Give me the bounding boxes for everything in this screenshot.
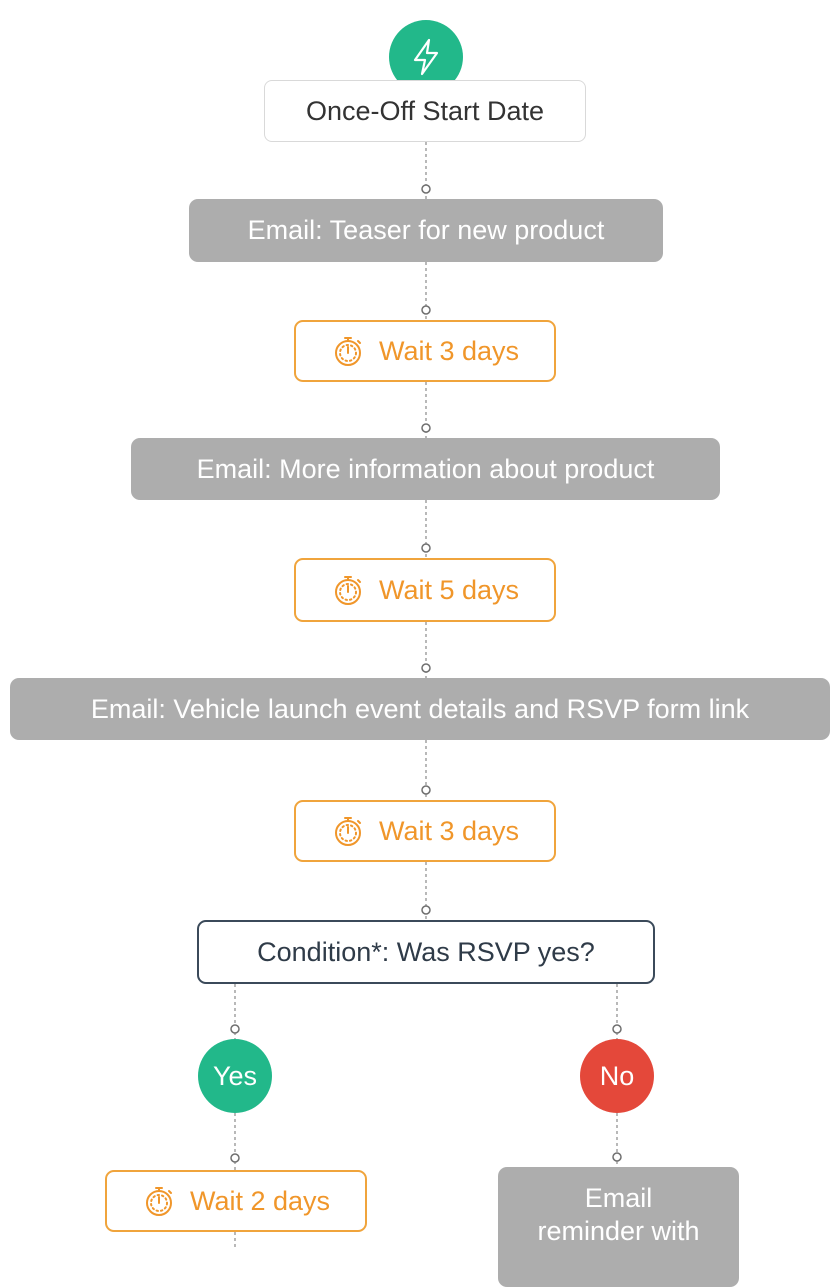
- email-reminder-line-1: Email: [584, 1183, 653, 1213]
- connector-dot: [421, 905, 431, 915]
- email-reminder-node[interactable]: Email reminder with: [498, 1167, 739, 1287]
- connector-dot: [421, 663, 431, 673]
- stopwatch-icon: [334, 817, 361, 846]
- email-teaser-node[interactable]: Email: Teaser for new product: [189, 199, 663, 262]
- connector-dot: [421, 423, 431, 433]
- branch-yes-label: Yes: [212, 1060, 258, 1091]
- wait-label: Wait 5 days: [378, 574, 520, 605]
- email-reminder-line-2: reminder with: [537, 1216, 700, 1246]
- email-teaser-label: Email: Teaser for new product: [247, 215, 605, 245]
- email-more-info-node[interactable]: Email: More information about product: [131, 438, 720, 500]
- connector-dot: [612, 1024, 622, 1034]
- condition-label: Condition*: Was RSVP yes?: [257, 936, 595, 967]
- wait-label: Wait 2 days: [189, 1185, 331, 1216]
- stopwatch-icon: [334, 337, 361, 366]
- condition-rsvp-node[interactable]: Condition*: Was RSVP yes?: [197, 920, 655, 984]
- flow-diagram: Once-Off Start Date Email: Teaser for ne…: [0, 0, 831, 1287]
- email-launch-node[interactable]: Email: Vehicle launch event details and …: [10, 678, 830, 740]
- wait-2-days-node[interactable]: Wait 2 days: [105, 1170, 367, 1232]
- connector-dot: [421, 305, 431, 315]
- branch-no-circle[interactable]: No: [580, 1039, 654, 1113]
- wait-label: Wait 3 days: [378, 815, 520, 846]
- connector-dot: [612, 1152, 622, 1162]
- connector-dot: [421, 543, 431, 553]
- wait-5-days-node[interactable]: Wait 5 days: [294, 558, 556, 622]
- branch-yes-circle[interactable]: Yes: [198, 1039, 272, 1113]
- stopwatch-icon: [145, 1187, 172, 1216]
- lightning-icon: [413, 38, 439, 76]
- connector-lines: [230, 142, 622, 1248]
- connector-dot: [230, 1153, 240, 1163]
- trigger-label: Once-Off Start Date: [305, 95, 545, 126]
- connector-dot: [230, 1024, 240, 1034]
- trigger-start-date-node[interactable]: Once-Off Start Date: [264, 80, 586, 142]
- branch-no-label: No: [599, 1060, 635, 1091]
- connector-dot: [421, 184, 431, 194]
- wait-3-days-node-2[interactable]: Wait 3 days: [294, 800, 556, 862]
- email-launch-label: Email: Vehicle launch event details and …: [90, 693, 750, 724]
- wait-3-days-node-1[interactable]: Wait 3 days: [294, 320, 556, 382]
- connector-dot: [421, 785, 431, 795]
- email-more-info-label: Email: More information about product: [196, 453, 655, 484]
- stopwatch-icon: [334, 576, 361, 605]
- wait-label: Wait 3 days: [378, 335, 520, 366]
